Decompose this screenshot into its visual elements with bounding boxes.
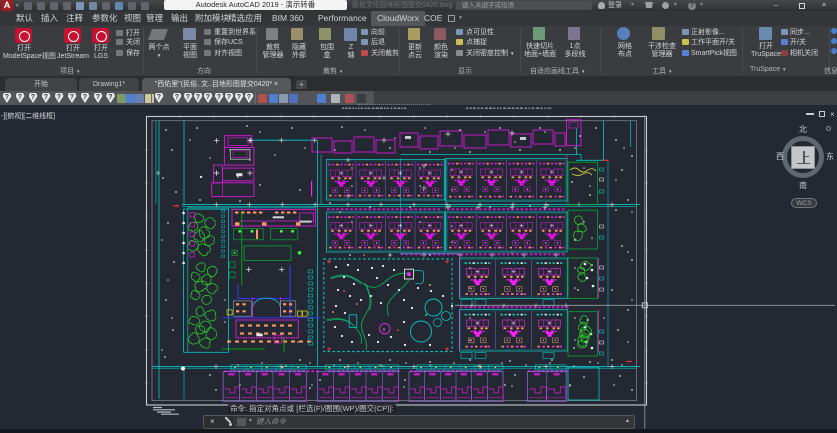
svg-text:8: 8 (383, 327, 386, 332)
